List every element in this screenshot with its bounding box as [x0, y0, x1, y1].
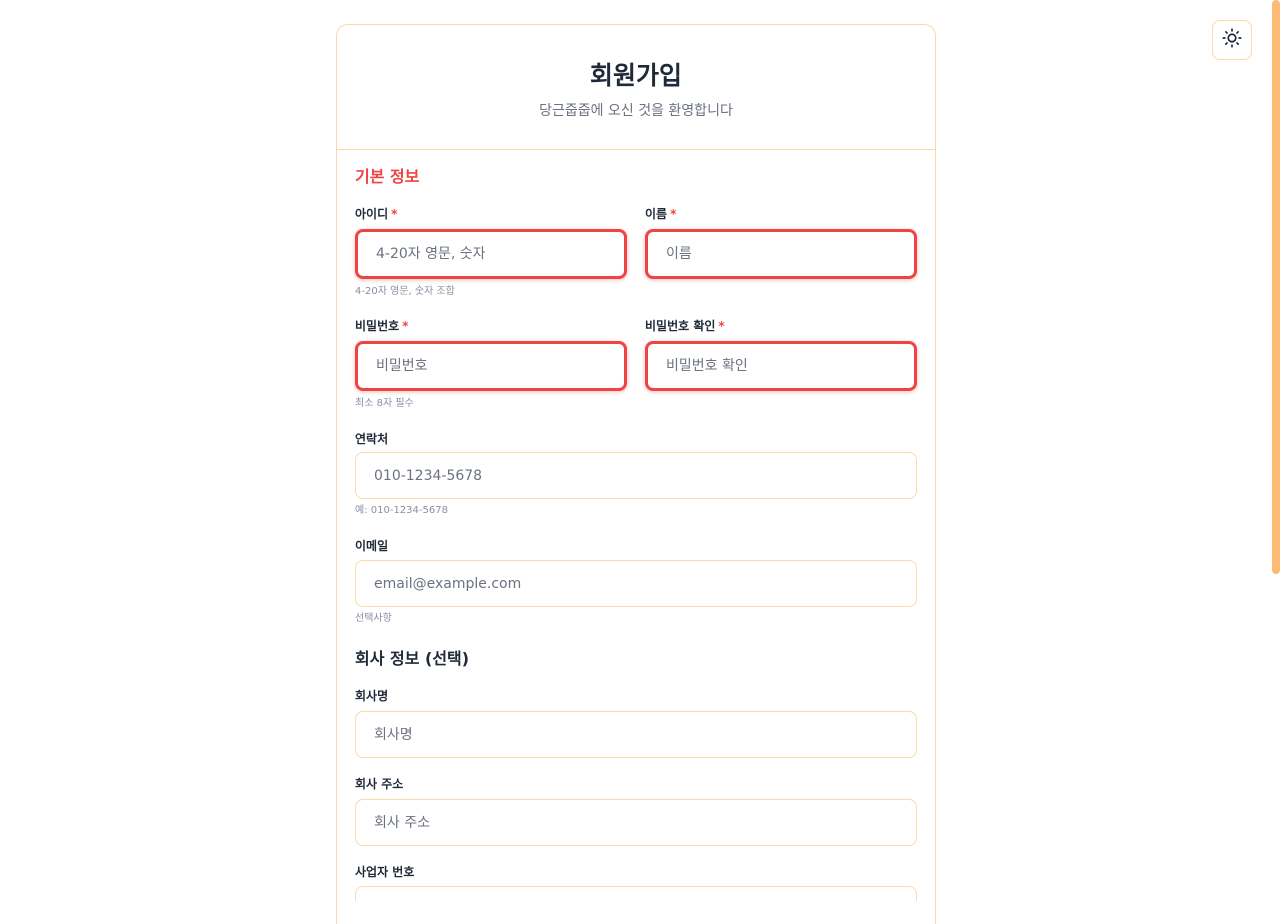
phone-label: 연락처	[355, 432, 389, 446]
name-input[interactable]	[645, 229, 917, 279]
email-input[interactable]	[355, 560, 917, 607]
password-confirm-input[interactable]	[645, 341, 917, 391]
company-address-input[interactable]	[355, 799, 917, 846]
business-number-label: 사업자 번호	[355, 865, 415, 879]
phone-hint: 예: 010-1234-5678	[355, 505, 448, 516]
password-input[interactable]	[355, 341, 627, 391]
theme-toggle-button[interactable]	[1212, 20, 1252, 60]
basic-info-section-title: 기본 정보	[355, 167, 420, 186]
name-label: 이름 *	[645, 207, 677, 221]
username-hint: 4-20자 영문, 숫자 조합	[355, 286, 455, 297]
username-input[interactable]	[355, 229, 627, 279]
required-mark: *	[670, 207, 677, 221]
company-name-input[interactable]	[355, 711, 917, 758]
scrollbar-thumb[interactable]	[1272, 0, 1280, 574]
page-title: 회원가입	[589, 61, 682, 90]
card-header: 회원가입 당근줍줍에 오신 것을 환영합니다	[337, 25, 935, 150]
required-mark: *	[402, 319, 409, 333]
password-hint: 최소 8자 필수	[355, 398, 414, 409]
password-label: 비밀번호 *	[355, 319, 409, 333]
required-mark: *	[718, 319, 725, 333]
company-info-section-title: 회사 정보 (선택)	[355, 649, 470, 668]
company-name-label: 회사명	[355, 689, 389, 703]
signup-card: 회원가입 당근줍줍에 오신 것을 환영합니다 기본 정보 아이디 * 4-20자 …	[336, 24, 936, 924]
phone-input[interactable]	[355, 452, 917, 499]
page-subtitle: 당근줍줍에 오신 것을 환영합니다	[539, 103, 733, 119]
username-label: 아이디 *	[355, 207, 398, 221]
required-mark: *	[391, 207, 398, 221]
email-hint: 선택사항	[355, 613, 392, 624]
sun-icon	[1222, 28, 1242, 52]
business-number-input[interactable]	[355, 886, 917, 901]
email-label: 이메일	[355, 539, 389, 553]
company-address-label: 회사 주소	[355, 777, 404, 791]
password-confirm-label: 비밀번호 확인 *	[645, 319, 725, 333]
